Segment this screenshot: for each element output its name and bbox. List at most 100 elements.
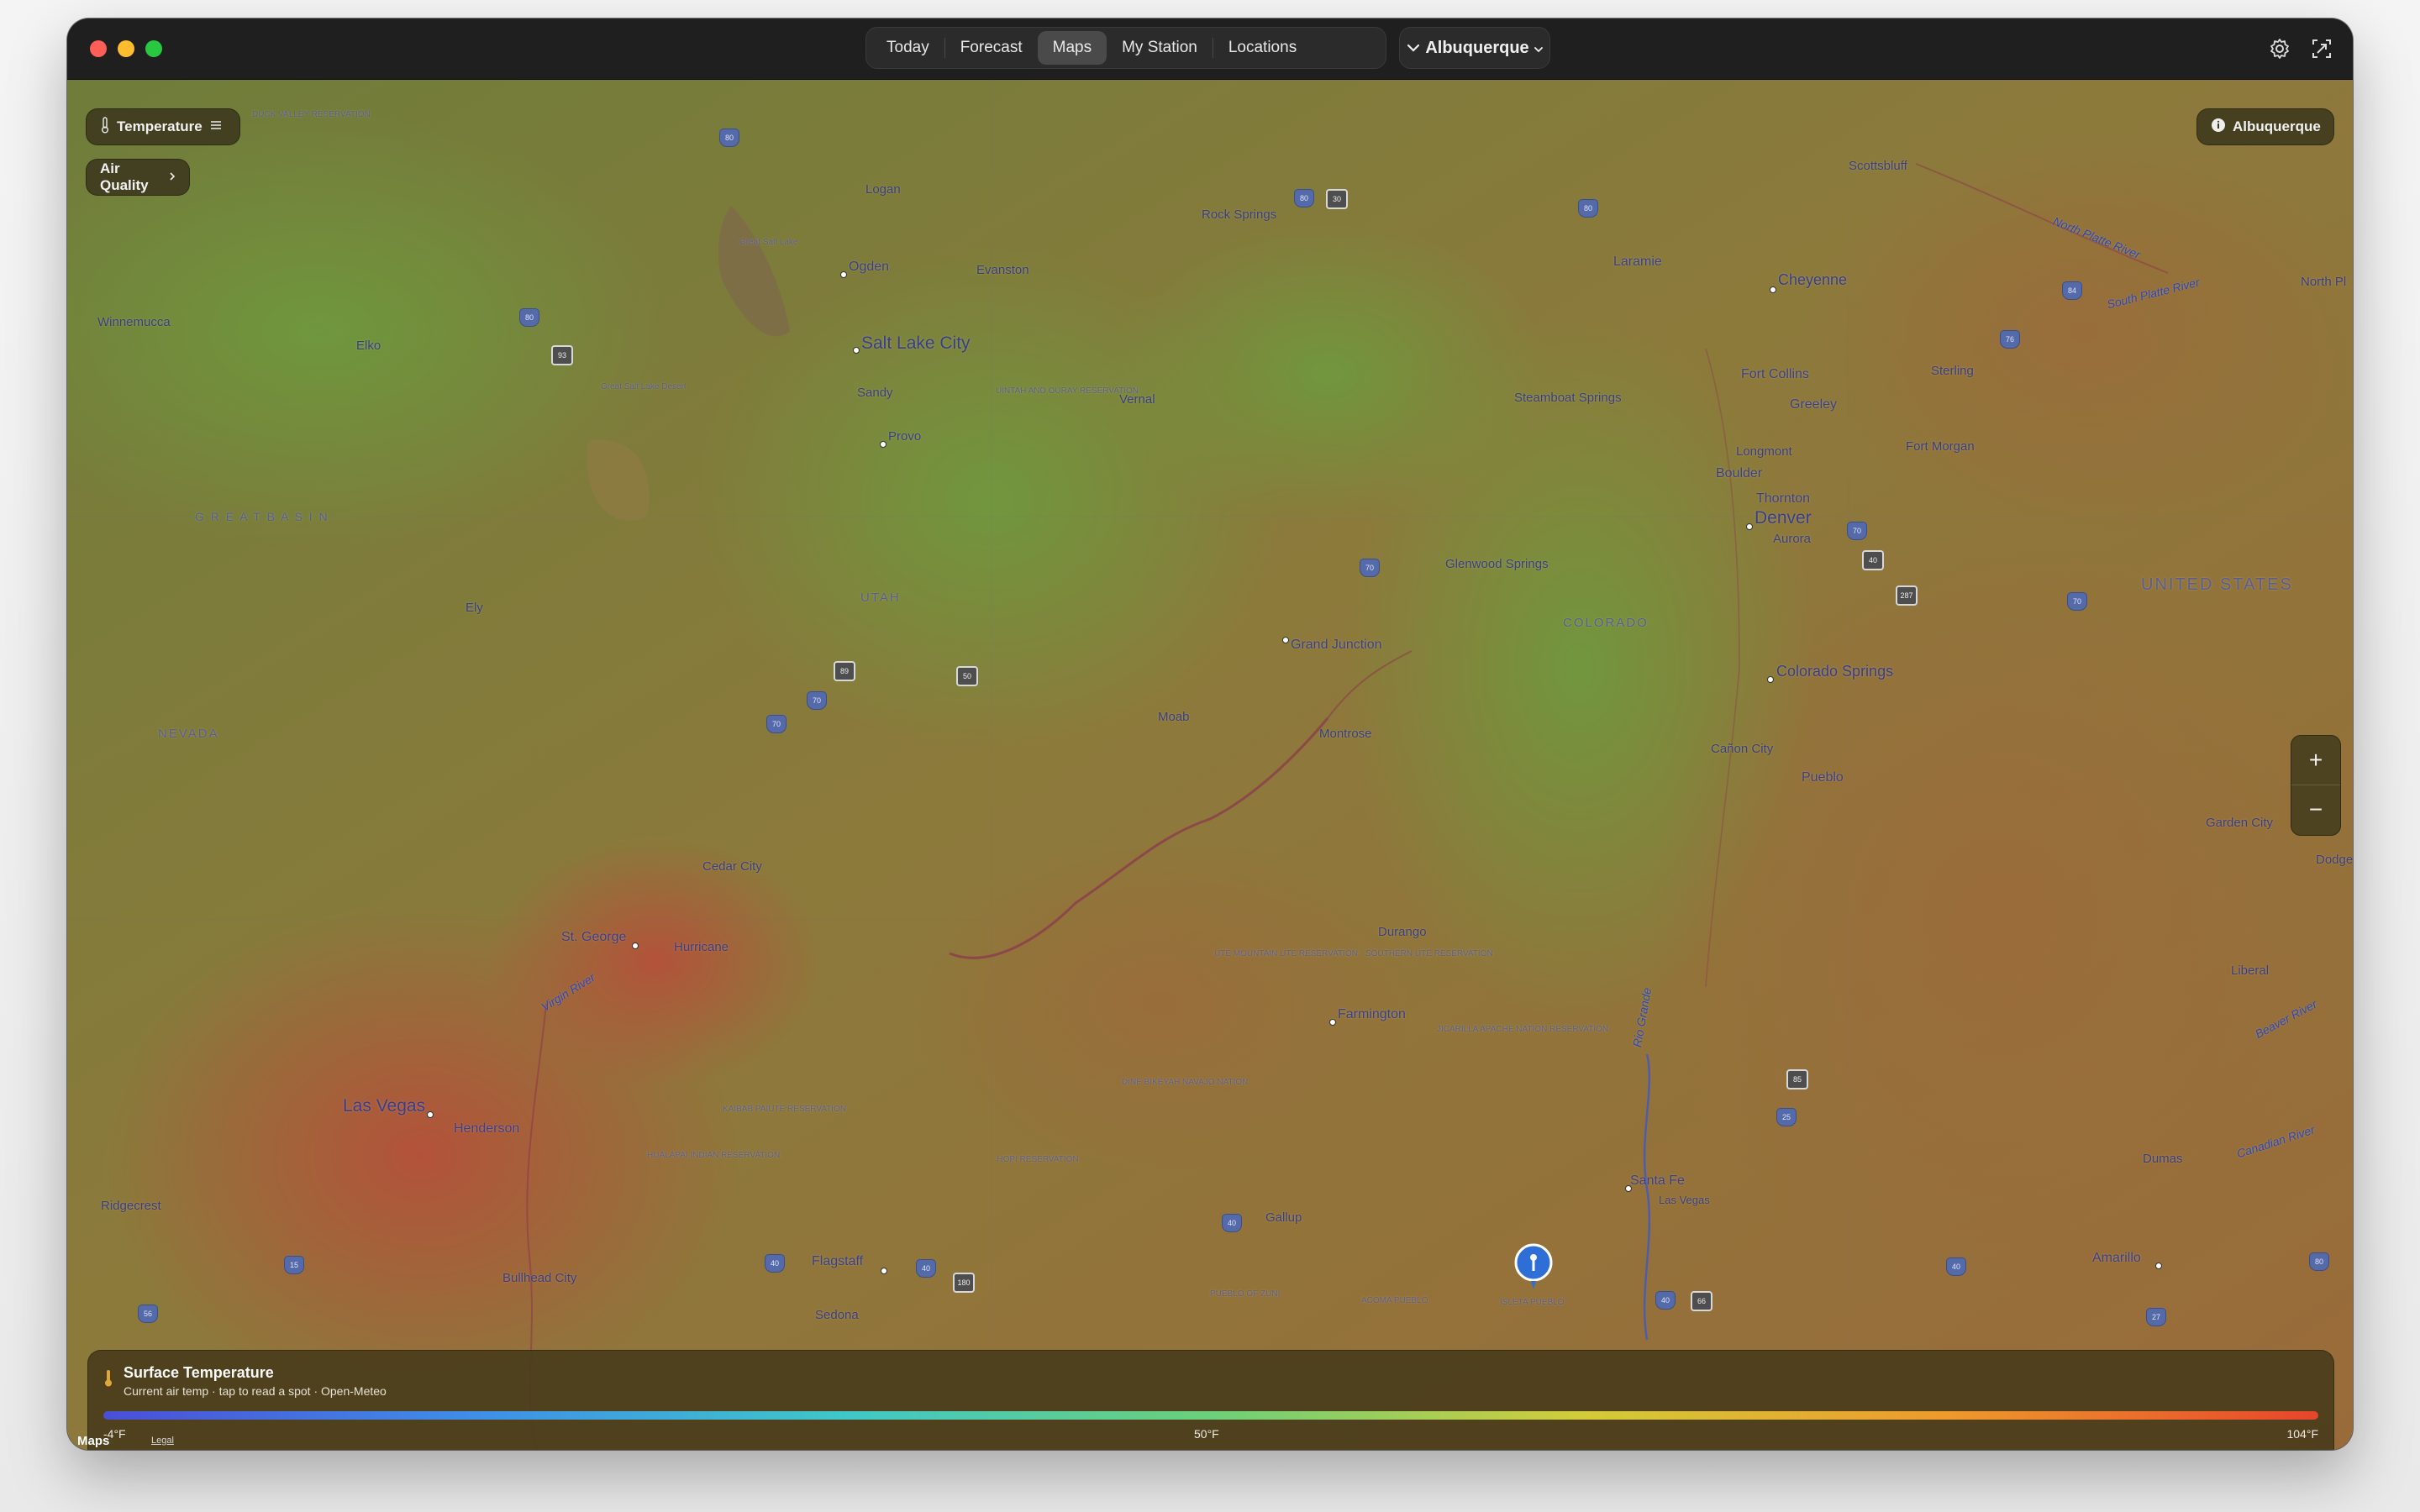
map-label-colorado: COLORADO xyxy=(1563,616,1649,630)
map-label-las-vegas[interactable]: Las Vegas xyxy=(343,1096,425,1116)
temperature-legend[interactable]: Surface Temperature Current air temp · t… xyxy=(87,1350,2334,1450)
map-label-vernal[interactable]: Vernal xyxy=(1119,392,1155,407)
map-label-colorado-springs[interactable]: Colorado Springs xyxy=(1776,663,1893,680)
minimize-window-button[interactable] xyxy=(118,40,134,57)
map-label-elko[interactable]: Elko xyxy=(356,339,381,353)
location-pin-icon[interactable] xyxy=(1512,1242,1555,1293)
map-label-laramie[interactable]: Laramie xyxy=(1613,255,1662,270)
region-label: KAIBAB PAIUTE RESERVATION xyxy=(723,1105,847,1114)
map-label-rock-springs[interactable]: Rock Springs xyxy=(1202,207,1276,222)
map-label-longmont[interactable]: Longmont xyxy=(1736,444,1792,459)
map-label-moab[interactable]: Moab xyxy=(1158,710,1190,724)
tab-forecast[interactable]: Forecast xyxy=(945,31,1038,65)
legal-link[interactable]: Legal xyxy=(151,1436,174,1446)
map-label-santa-fe[interactable]: Santa Fe xyxy=(1630,1173,1685,1189)
map-label-glenwood-springs[interactable]: Glenwood Springs xyxy=(1445,557,1549,571)
region-label: DUCK VALLEY RESERVATION xyxy=(252,110,371,119)
map-label-evanston[interactable]: Evanston xyxy=(976,263,1029,277)
region-label: SOUTHERN UTE RESERVATION xyxy=(1365,949,1493,958)
highway-shield: 66 xyxy=(1691,1291,1712,1311)
map-label-cedar-city[interactable]: Cedar City xyxy=(702,859,762,874)
map-label-logan[interactable]: Logan xyxy=(865,182,901,197)
region-label: ISLETA PUEBLO xyxy=(1500,1298,1565,1307)
city-marker xyxy=(632,942,639,949)
map-label-durango[interactable]: Durango xyxy=(1378,925,1427,939)
layer-picker-button[interactable]: Temperature xyxy=(86,108,240,145)
highway-shield: 40 xyxy=(1946,1257,1966,1276)
map-label-united-states: UNITED STATES xyxy=(2141,575,2293,594)
close-window-button[interactable] xyxy=(90,40,107,57)
screenshot-icon[interactable] xyxy=(2308,35,2335,62)
highway-shield: 84 xyxy=(2062,281,2082,300)
current-location-chip[interactable]: Albuquerque xyxy=(2196,108,2334,145)
settings-icon[interactable] xyxy=(2266,35,2293,62)
map-label-henderson[interactable]: Henderson xyxy=(454,1121,519,1137)
highway-shield: 89 xyxy=(834,661,855,681)
map-label-ridgecrest[interactable]: Ridgecrest xyxy=(101,1199,161,1213)
zoom-in-button[interactable]: + xyxy=(2291,736,2340,785)
city-marker xyxy=(427,1111,434,1118)
region-label: Great Salt Lake Desert xyxy=(601,382,687,391)
map-label-pueblo[interactable]: Pueblo xyxy=(1802,770,1844,785)
map-label-sedona[interactable]: Sedona xyxy=(815,1308,859,1322)
air-quality-label: Air Quality xyxy=(100,160,149,193)
map-label-flagstaff[interactable]: Flagstaff xyxy=(812,1254,863,1269)
map-label-boulder[interactable]: Boulder xyxy=(1716,466,1762,481)
title-bar: Today Forecast Maps My Station Locations… xyxy=(67,18,2353,80)
map-label-provo[interactable]: Provo xyxy=(888,429,921,444)
map-label-canon-city[interactable]: Cañon City xyxy=(1711,742,1773,756)
map-label-winnemucca[interactable]: Winnemucca xyxy=(97,315,171,329)
temperature-map[interactable]: DUCK VALLEY RESERVATION Great Salt Lake … xyxy=(67,80,2353,1450)
map-label-greeley[interactable]: Greeley xyxy=(1790,397,1837,412)
city-marker xyxy=(840,271,847,278)
map-label-salt-lake-city[interactable]: Salt Lake City xyxy=(861,333,971,354)
highway-shield: 50 xyxy=(956,666,978,686)
map-label-sterling[interactable]: Sterling xyxy=(1931,364,1974,378)
tab-locations[interactable]: Locations xyxy=(1213,31,1312,65)
map-label-aurora[interactable]: Aurora xyxy=(1773,532,1811,546)
map-label-montrose[interactable]: Montrose xyxy=(1319,727,1372,741)
highway-shield: 76 xyxy=(2000,330,2020,349)
highway-shield: 287 xyxy=(1896,585,1918,606)
map-label-st-george[interactable]: St. George xyxy=(561,930,626,945)
map-label-ogden[interactable]: Ogden xyxy=(849,260,889,275)
tab-today[interactable]: Today xyxy=(871,31,944,65)
city-marker xyxy=(853,347,860,354)
map-label-great-basin: G R E A T B A S I N xyxy=(195,510,329,523)
map-label-gallup[interactable]: Gallup xyxy=(1265,1210,1302,1225)
tab-maps[interactable]: Maps xyxy=(1037,31,1107,65)
highway-shield: 80 xyxy=(1578,199,1598,218)
map-label-ely[interactable]: Ely xyxy=(466,601,483,615)
map-label-fort-collins[interactable]: Fort Collins xyxy=(1741,367,1809,382)
chevron-down-icon xyxy=(1407,39,1420,58)
highway-shield: 70 xyxy=(2067,592,2087,611)
map-label-fort-morgan[interactable]: Fort Morgan xyxy=(1906,439,1975,454)
map-label-thornton[interactable]: Thornton xyxy=(1756,491,1810,507)
maximize-window-button[interactable] xyxy=(145,40,162,57)
city-marker xyxy=(1746,523,1753,530)
map-label-las-vegas-nm[interactable]: Las Vegas xyxy=(1659,1194,1710,1206)
map-label-liberal[interactable]: Liberal xyxy=(2231,963,2269,978)
map-label-garden-city[interactable]: Garden City xyxy=(2206,816,2273,830)
map-label-steamboat-springs[interactable]: Steamboat Springs xyxy=(1514,391,1622,405)
zoom-out-button[interactable]: − xyxy=(2291,785,2340,834)
map-label-amarillo[interactable]: Amarillo xyxy=(2092,1251,2141,1266)
highway-shield: 80 xyxy=(2309,1252,2329,1271)
map-label-hurricane[interactable]: Hurricane xyxy=(674,940,729,954)
tab-my-station[interactable]: My Station xyxy=(1107,31,1213,65)
map-label-scottsbluff[interactable]: Scottsbluff xyxy=(1849,159,1907,173)
region-label: PUEBLO OF ZUNI xyxy=(1210,1289,1281,1299)
air-quality-button[interactable]: Air Quality xyxy=(86,159,190,196)
map-label-farmington[interactable]: Farmington xyxy=(1338,1007,1406,1022)
location-picker-button[interactable]: Albuquerque xyxy=(1399,27,1550,69)
map-label-denver[interactable]: Denver xyxy=(1754,508,1812,528)
highway-shield: 80 xyxy=(719,129,739,147)
map-label-sandy[interactable]: Sandy xyxy=(857,386,893,400)
map-label-bullhead-city[interactable]: Bullhead City xyxy=(502,1271,576,1285)
highway-shield: 180 xyxy=(953,1273,975,1293)
map-label-cheyenne[interactable]: Cheyenne xyxy=(1778,271,1847,289)
map-label-north-pl[interactable]: North Pl xyxy=(2301,275,2346,289)
map-label-dodge[interactable]: Dodge xyxy=(2316,853,2353,867)
map-label-grand-junction[interactable]: Grand Junction xyxy=(1291,638,1382,653)
map-label-dumas[interactable]: Dumas xyxy=(2143,1152,2183,1166)
